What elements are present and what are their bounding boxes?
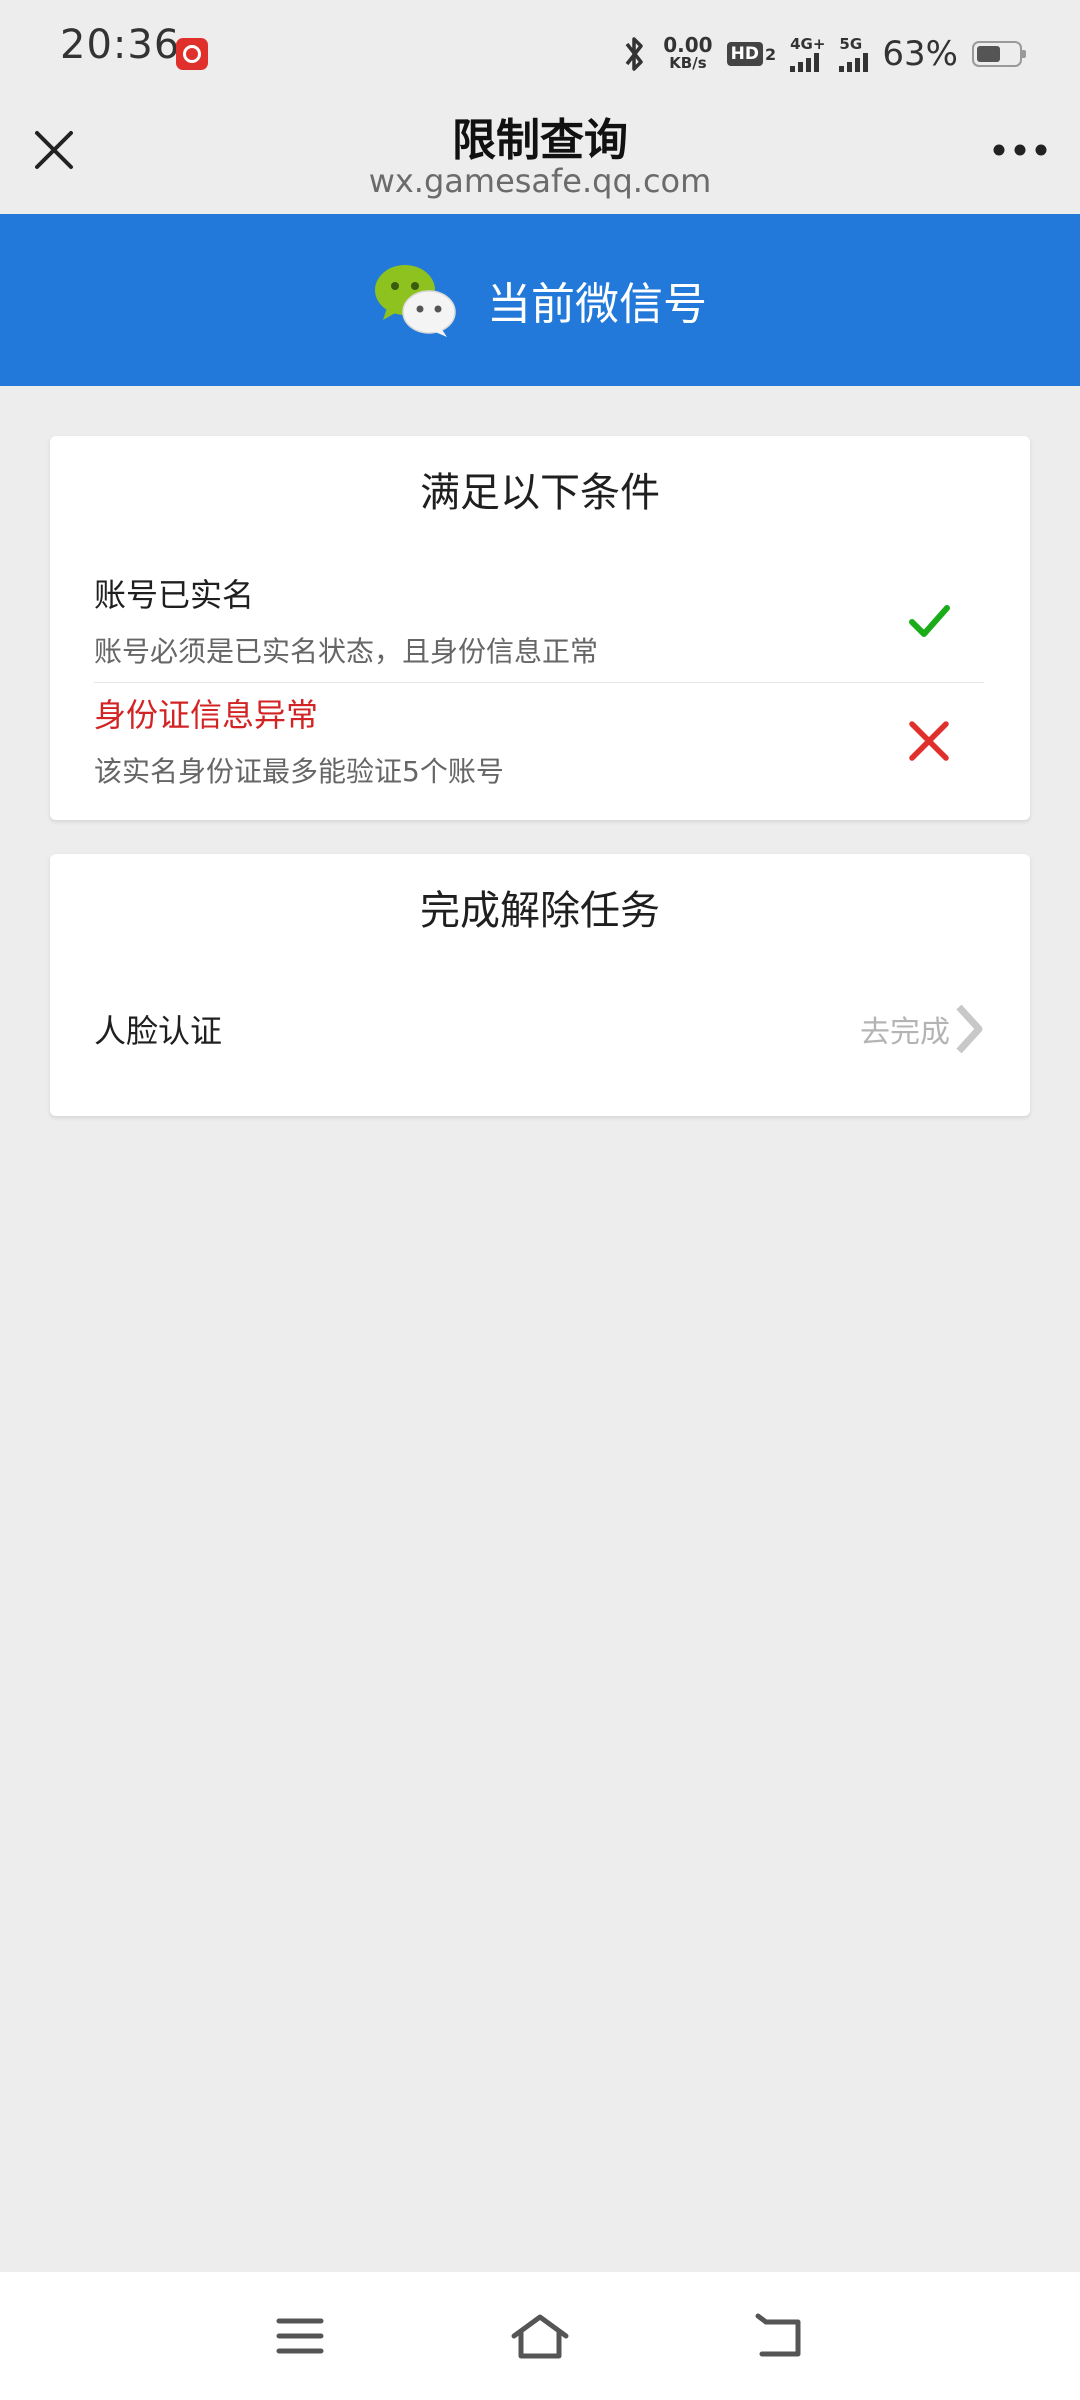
task-name: 人脸认证 <box>94 1012 223 1050</box>
condition-name: 身份证信息异常 <box>94 696 319 734</box>
netease-music-icon <box>176 38 208 70</box>
condition-item: 身份证信息异常 该实名身份证最多能验证5个账号 <box>94 690 984 800</box>
back-icon <box>755 2313 801 2357</box>
condition-name: 账号已实名 <box>94 576 255 614</box>
network-speed-value: 0.00 <box>663 33 713 57</box>
status-time: 20:36 <box>60 22 181 68</box>
network-speed: 0.00 KB/s <box>663 33 713 72</box>
status-indicators: 0.00 KB/s HD 2 4G+ 5G 63% <box>619 30 1026 78</box>
account-banner: 当前微信号 <box>0 214 1080 386</box>
nav-bar: 限制查询 wx.gamesafe.qq.com <box>0 100 1080 214</box>
signal-4g-tag: 4G+ <box>790 35 826 53</box>
banner-text: 当前微信号 <box>487 279 707 330</box>
tasks-title: 完成解除任务 <box>420 888 660 934</box>
more-button[interactable] <box>984 120 1056 180</box>
task-item-face-verification[interactable]: 人脸认证 去完成 <box>94 994 984 1064</box>
hd-sub: 2 <box>764 44 777 64</box>
battery-icon <box>972 41 1026 67</box>
menu-button[interactable] <box>260 2296 340 2376</box>
battery-percent: 63% <box>882 34 958 74</box>
network-speed-unit: KB/s <box>669 54 707 72</box>
condition-desc: 该实名身份证最多能验证5个账号 <box>94 755 504 788</box>
page-title: 限制查询 <box>452 115 628 166</box>
hd-label: HD <box>726 42 763 66</box>
chevron-right-icon <box>956 1004 983 1054</box>
signal-4g-icon: 4G+ <box>790 36 825 72</box>
status-bar: 20:36 0.00 KB/s HD 2 4G+ 5G 63% <box>0 0 1080 100</box>
conditions-title: 满足以下条件 <box>420 470 660 516</box>
home-button[interactable] <box>500 2296 580 2376</box>
tasks-card: 完成解除任务 人脸认证 去完成 <box>50 854 1030 1116</box>
bluetooth-icon <box>625 37 643 71</box>
back-button[interactable] <box>740 2296 820 2376</box>
page-url: wx.gamesafe.qq.com <box>368 162 712 200</box>
system-nav-bar <box>0 2272 1080 2400</box>
conditions-card: 满足以下条件 账号已实名 账号必须是已实名状态，且身份信息正常 身份证信息异常 … <box>50 436 1030 820</box>
more-icon <box>993 144 1047 156</box>
home-icon <box>511 2314 569 2359</box>
go-complete-button[interactable]: 去完成 <box>860 994 984 1064</box>
check-icon <box>909 605 950 637</box>
condition-item: 账号已实名 账号必须是已实名状态，且身份信息正常 <box>94 570 984 680</box>
cross-icon <box>909 721 949 761</box>
wechat-logo <box>375 265 456 337</box>
menu-icon <box>276 2318 324 2354</box>
signal-5g-tag: 5G <box>839 35 863 53</box>
row-divider <box>94 682 984 683</box>
hd-voice-badge: HD 2 <box>726 42 777 66</box>
condition-desc: 账号必须是已实名状态，且身份信息正常 <box>94 635 599 668</box>
go-complete-label: 去完成 <box>860 1015 950 1050</box>
signal-5g-icon: 5G <box>839 35 869 72</box>
